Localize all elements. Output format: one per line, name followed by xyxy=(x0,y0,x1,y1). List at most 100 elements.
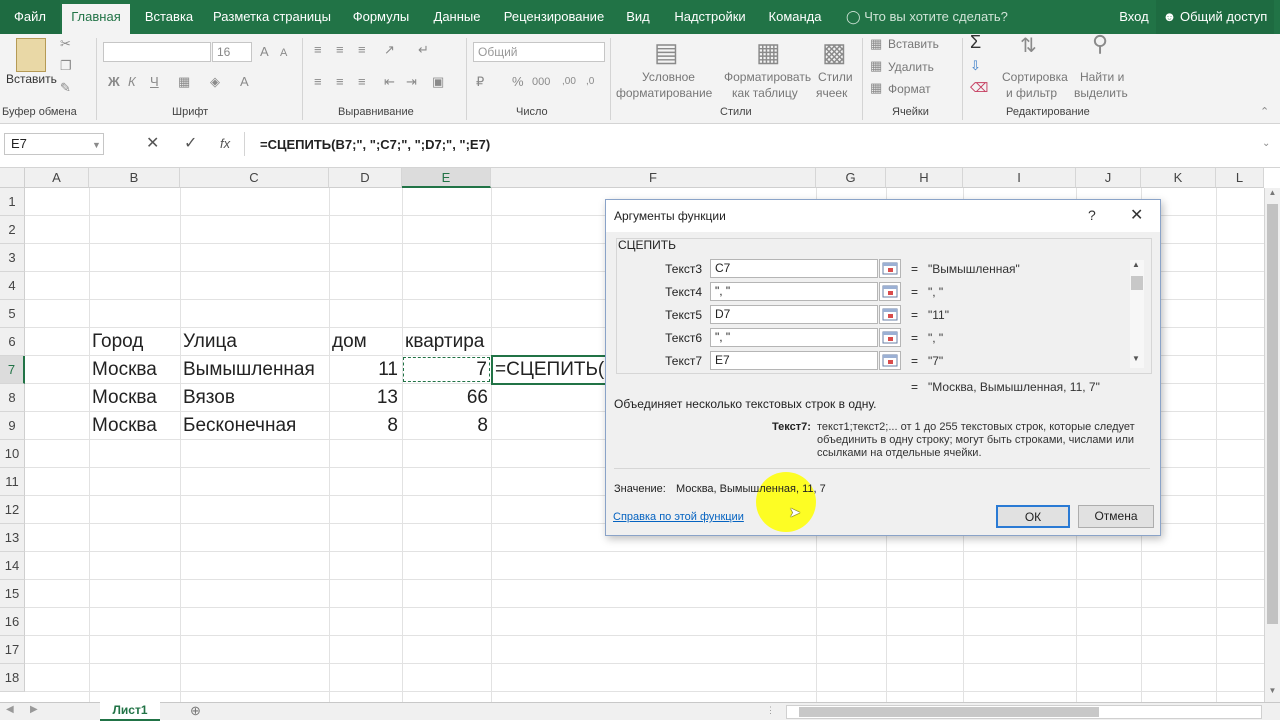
currency-icon[interactable]: ₽ xyxy=(476,74,484,90)
cond-format-line1[interactable]: Условное xyxy=(642,70,695,84)
cell-d7[interactable]: 11 xyxy=(332,356,398,384)
tab-review[interactable]: Рецензирование xyxy=(498,0,610,34)
row-header-2[interactable]: 2 xyxy=(0,216,25,244)
row-header-7[interactable]: 7 xyxy=(0,356,25,384)
tab-insert[interactable]: Вставка xyxy=(140,0,198,34)
column-header-d[interactable]: D xyxy=(329,168,402,188)
collapse-dialog-icon[interactable] xyxy=(879,259,901,278)
percent-icon[interactable]: % xyxy=(512,74,524,90)
align-top-icon[interactable]: ≡ xyxy=(314,42,322,58)
tab-formulas[interactable]: Формулы xyxy=(344,0,418,34)
tab-team[interactable]: Команда xyxy=(762,0,828,34)
horizontal-scrollbar[interactable] xyxy=(786,705,1262,719)
collapse-dialog-icon[interactable] xyxy=(879,282,901,301)
column-header-b[interactable]: B xyxy=(89,168,180,188)
font-size-combo[interactable]: 16 xyxy=(212,42,252,62)
decrease-decimal-icon[interactable]: ,0 xyxy=(586,74,594,90)
column-header-k[interactable]: K xyxy=(1141,168,1216,188)
confirm-entry-icon[interactable]: ✓ xyxy=(184,136,197,152)
increase-indent-icon[interactable]: ⇥ xyxy=(406,74,417,90)
wrap-text-icon[interactable]: ↵ xyxy=(418,42,429,58)
cell-d9[interactable]: 8 xyxy=(332,412,398,440)
cut-icon[interactable]: ✂ xyxy=(60,36,71,52)
collapse-dialog-icon[interactable] xyxy=(879,328,901,347)
cell-b7[interactable]: Москва xyxy=(92,356,178,384)
row-header-15[interactable]: 15 xyxy=(0,580,25,608)
scroll-up-icon[interactable]: ▲ xyxy=(1267,188,1278,202)
next-sheet-icon[interactable]: ▶ xyxy=(30,704,38,715)
column-header-i[interactable]: I xyxy=(963,168,1076,188)
cell-b8[interactable]: Москва xyxy=(92,384,178,412)
row-header-13[interactable]: 13 xyxy=(0,524,25,552)
arg-input-text7[interactable]: E7 xyxy=(710,351,878,370)
row-header-9[interactable]: 9 xyxy=(0,412,25,440)
sheet-tab-list1[interactable]: Лист1 xyxy=(100,702,160,721)
tab-addins[interactable]: Надстройки xyxy=(668,0,752,34)
hsplit-icon[interactable]: ⋮ xyxy=(766,705,775,716)
borders-icon[interactable]: ▦ xyxy=(178,74,190,90)
row-header-6[interactable]: 6 xyxy=(0,328,25,356)
cell-c6[interactable]: Улица xyxy=(183,328,327,356)
row-header-17[interactable]: 17 xyxy=(0,636,25,664)
decrease-indent-icon[interactable]: ⇤ xyxy=(384,74,395,90)
row-header-4[interactable]: 4 xyxy=(0,272,25,300)
merge-cells-icon[interactable]: ▣ xyxy=(432,74,444,90)
row-header-18[interactable]: 18 xyxy=(0,664,25,692)
cell-c7[interactable]: Вымышленная xyxy=(183,356,327,384)
args-scroll-down-icon[interactable]: ▼ xyxy=(1132,354,1140,363)
name-box[interactable]: E7 xyxy=(4,133,104,155)
fill-icon[interactable]: ⇩ xyxy=(970,58,981,74)
clear-icon[interactable]: ⌫ xyxy=(970,80,988,96)
tab-data[interactable]: Данные xyxy=(426,0,488,34)
add-sheet-icon[interactable]: ⊕ xyxy=(190,703,201,719)
cell-b9[interactable]: Москва xyxy=(92,412,178,440)
arg-input-text4[interactable]: ", " xyxy=(710,282,878,301)
collapse-dialog-icon[interactable] xyxy=(879,351,901,370)
cell-d6[interactable]: дом xyxy=(332,328,400,356)
tab-view[interactable]: Вид xyxy=(620,0,656,34)
paste-button[interactable]: Вставить xyxy=(6,72,57,86)
cell-f7-active[interactable]: =СЦЕПИТЬ(B7 xyxy=(491,355,607,385)
align-left-icon[interactable]: ≡ xyxy=(314,74,322,90)
cell-e8[interactable]: 66 xyxy=(405,384,488,412)
row-header-10[interactable]: 10 xyxy=(0,440,25,468)
prev-sheet-icon[interactable]: ◀ xyxy=(6,704,14,715)
number-format-combo[interactable]: Общий xyxy=(473,42,605,62)
orientation-icon[interactable]: ↗ xyxy=(384,42,395,58)
expand-formula-icon[interactable]: ⌄ xyxy=(1262,136,1270,152)
help-icon[interactable]: ? xyxy=(1088,207,1096,223)
vertical-scrollbar[interactable]: ▲ ▼ xyxy=(1264,188,1280,702)
close-icon[interactable]: ✕ xyxy=(1130,205,1143,225)
column-header-f[interactable]: F xyxy=(491,168,816,188)
row-header-11[interactable]: 11 xyxy=(0,468,25,496)
cell-b6[interactable]: Город xyxy=(92,328,178,356)
autosum-icon[interactable]: Σ xyxy=(970,33,981,51)
column-header-j[interactable]: J xyxy=(1076,168,1141,188)
share-button[interactable]: ☻ Общий доступ xyxy=(1156,0,1274,34)
font-name-combo[interactable] xyxy=(103,42,211,62)
horizontal-scroll-thumb[interactable] xyxy=(799,707,1099,717)
collapse-dialog-icon[interactable] xyxy=(879,305,901,324)
cell-e7-copy-marquee[interactable]: 7 xyxy=(403,357,490,382)
sort-filter-line1[interactable]: Сортировка xyxy=(1002,70,1068,84)
sort-filter-line2[interactable]: и фильтр xyxy=(1006,86,1057,100)
italic-icon[interactable]: К xyxy=(128,74,136,90)
cell-styles-line2[interactable]: ячеек xyxy=(816,86,847,100)
insert-function-icon[interactable]: fx xyxy=(220,136,230,152)
align-center-icon[interactable]: ≡ xyxy=(336,74,344,90)
help-link[interactable]: Справка по этой функции xyxy=(613,511,744,523)
font-color-icon[interactable]: A xyxy=(240,74,249,90)
arg-input-text3[interactable]: C7 xyxy=(710,259,878,278)
align-middle-icon[interactable]: ≡ xyxy=(336,42,344,58)
tell-me-box[interactable]: ◯ Что вы хотите сделать? xyxy=(846,0,1008,34)
font-grow-icon[interactable]: A xyxy=(260,44,269,60)
tab-page-layout[interactable]: Разметка страницы xyxy=(210,0,334,34)
cell-c9[interactable]: Бесконечная xyxy=(183,412,327,440)
args-scroll-thumb[interactable] xyxy=(1131,276,1143,290)
cond-format-line2[interactable]: форматирование xyxy=(616,86,712,100)
name-box-dropdown-icon[interactable]: ▼ xyxy=(92,137,101,153)
column-header-a[interactable]: A xyxy=(25,168,89,188)
column-header-l[interactable]: L xyxy=(1216,168,1264,188)
row-header-14[interactable]: 14 xyxy=(0,552,25,580)
comma-style-icon[interactable]: 000 xyxy=(532,74,550,90)
